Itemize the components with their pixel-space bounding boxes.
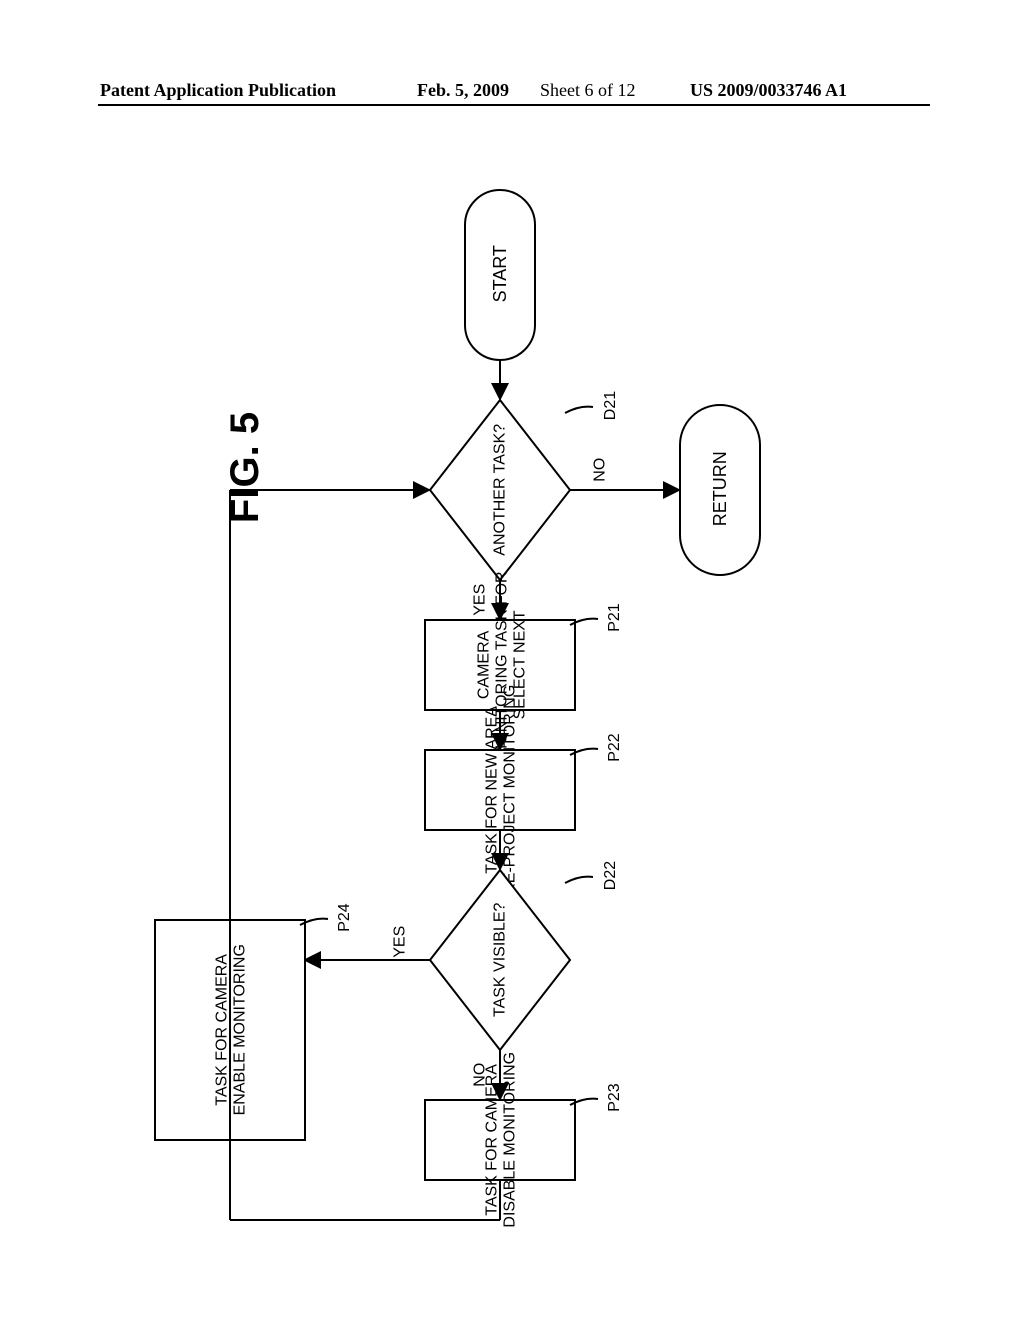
d21-yes: YES <box>471 584 488 616</box>
p23-line2: TASK FOR CAMERA <box>484 1064 501 1216</box>
p24-line1: ENABLE MONITORING <box>231 944 248 1115</box>
decision-d21: ANOTHER TASK? <box>430 400 570 580</box>
d22-leader <box>565 877 593 883</box>
d21-text: ANOTHER TASK? <box>492 424 509 556</box>
p21-line3: CAMERA <box>476 630 493 699</box>
p22-line1: RE-PROJECT MONITORING <box>501 685 518 895</box>
p21-id: P21 <box>606 603 623 632</box>
page: Patent Application Publication Feb. 5, 2… <box>0 0 1024 1320</box>
decision-d22: TASK VISIBLE? <box>430 870 570 1050</box>
publication-date: Feb. 5, 2009 <box>417 80 509 101</box>
p24-id: P24 <box>336 903 353 932</box>
d21-id: D21 <box>602 391 619 420</box>
flowchart: START ANOTHER TASK? D21 NO RETURN YES SE… <box>70 160 950 1260</box>
return-node: RETURN <box>680 405 760 575</box>
p22-id: P22 <box>606 733 623 762</box>
p24-line2: TASK FOR CAMERA <box>214 954 231 1106</box>
sheet-number: Sheet 6 of 12 <box>540 80 635 101</box>
p22-line2: TASK FOR NEW AREA <box>484 706 501 874</box>
start-node: START <box>465 190 535 360</box>
p23-line1: DISABLE MONITORING <box>501 1052 518 1228</box>
d21-no: NO <box>591 458 608 482</box>
p23-id: P23 <box>606 1083 623 1112</box>
return-label: RETURN <box>710 451 730 526</box>
d22-id: D22 <box>602 861 619 890</box>
d21-leader <box>565 407 593 413</box>
header-rule <box>98 104 930 106</box>
start-label: START <box>490 245 510 302</box>
publication-number: US 2009/0033746 A1 <box>690 80 847 101</box>
publication-label: Patent Application Publication <box>100 80 336 101</box>
d22-text: TASK VISIBLE? <box>492 902 509 1017</box>
d22-yes: YES <box>391 926 408 958</box>
